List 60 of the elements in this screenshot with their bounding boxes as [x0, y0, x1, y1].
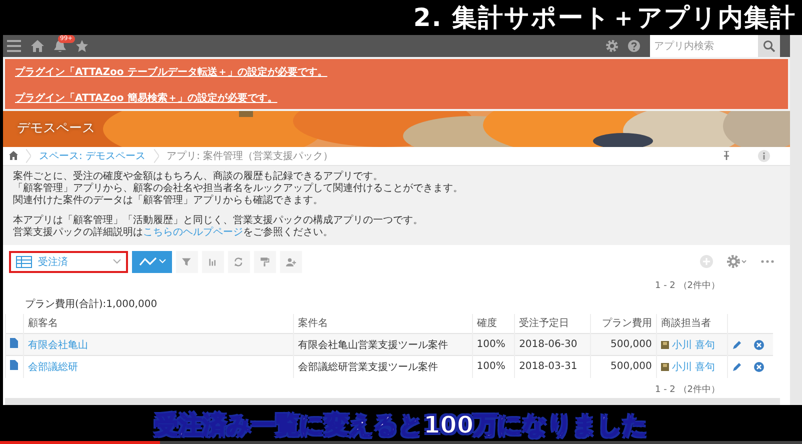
description-text: 「顧客管理」アプリから、顧客の会社名や担当者名をルックアップして関連付けることができます。 [13, 182, 464, 194]
edit-icon[interactable] [732, 362, 742, 372]
description-text: 案件ごとに、受注の確度や金額はもちろん、商談の履歴も記録できるアプリです。 [13, 170, 384, 182]
breadcrumb-link[interactable]: アプリ: 案件管理（営業支援パック） [166, 148, 334, 163]
more-icon[interactable] [761, 260, 774, 264]
table-cell: 2018-06-30 [514, 334, 590, 356]
settings-icon[interactable] [727, 255, 747, 268]
delete-icon[interactable] [754, 340, 764, 350]
star-icon[interactable] [76, 40, 88, 52]
info-icon[interactable] [758, 150, 770, 162]
customer-link[interactable]: 会部議総研 [24, 356, 294, 378]
caret-icon [158, 259, 166, 264]
alert-link[interactable]: プラグイン「ATTAZoo テーブルデータ転送＋」の設定が必要です。 [15, 65, 778, 79]
table-cell: 有限会社亀山営業支援ツール案件 [294, 334, 472, 356]
user-link[interactable]: 小川 喜句 [672, 360, 716, 374]
alert-link[interactable]: プラグイン「ATTAZoo 簡易検索＋」の設定が必要です。 [15, 91, 778, 105]
avatar-icon [660, 362, 669, 371]
document-icon[interactable] [10, 360, 18, 370]
home-icon[interactable] [9, 151, 18, 160]
paint-roller-icon[interactable] [260, 254, 270, 269]
description-text: 関連付けた案件のデータは「顧客管理」アプリからも確認できます。 [13, 194, 324, 207]
scrollbar[interactable] [790, 35, 802, 405]
total-sum: プラン費用(合計):1,000,000 [24, 298, 158, 310]
table-cell: 会部議総研営業支援ツール案件 [294, 356, 472, 378]
search-icon[interactable] [763, 40, 775, 52]
settings-icon[interactable] [606, 40, 618, 52]
video-subtitle: 受注済み一覧に変えると100万になりました [154, 410, 648, 440]
view-dropdown[interactable]: 受注済 [9, 250, 128, 273]
record-count: 1 - 2 （2件中） [654, 384, 721, 396]
caret-icon [113, 259, 121, 264]
table-cell: 500,000 [590, 356, 656, 378]
avatar-icon [660, 340, 669, 349]
table-cell: 2018-03-31 [514, 356, 590, 378]
line-chart-icon [138, 256, 156, 267]
refresh-icon[interactable] [234, 254, 244, 269]
video-progress-bar[interactable] [0, 441, 802, 444]
graph-button[interactable] [132, 250, 172, 273]
help-icon[interactable] [628, 40, 640, 52]
delete-icon[interactable] [754, 362, 764, 372]
chevron-icon [26, 148, 31, 163]
help-link[interactable]: こちらのヘルプページ [143, 226, 243, 238]
record-count: 1 - 2 （2件中） [654, 280, 721, 292]
table-cell: 500,000 [590, 334, 656, 356]
video-caption-title: 2. 集計サポート＋アプリ内集計 [413, 2, 796, 34]
breadcrumb-link[interactable]: スペース: デモスペース [39, 148, 146, 163]
pin-icon[interactable] [723, 151, 730, 160]
table-cell: 100% [472, 334, 515, 356]
search-field[interactable]: アプリ内検索 [650, 35, 758, 57]
description-text: 本アプリは「顧客管理」「活動履歴」と同じく、営業支援パックの構成アプリの一つです。 [13, 214, 424, 226]
chevron-icon [154, 148, 159, 163]
space-title: デモスペース [17, 120, 95, 137]
scrollbar[interactable] [5, 398, 780, 405]
table-icon [16, 256, 32, 268]
document-icon[interactable] [10, 338, 18, 348]
description-text: 営業支援パックの詳細説明はこちらのヘルプページをご参照ください。 [13, 226, 334, 239]
menu-icon[interactable] [7, 40, 21, 52]
home-icon[interactable] [31, 40, 44, 52]
table-cell: 100% [472, 356, 515, 378]
edit-icon[interactable] [732, 340, 742, 350]
customer-link[interactable]: 有限会社亀山 [24, 334, 294, 356]
